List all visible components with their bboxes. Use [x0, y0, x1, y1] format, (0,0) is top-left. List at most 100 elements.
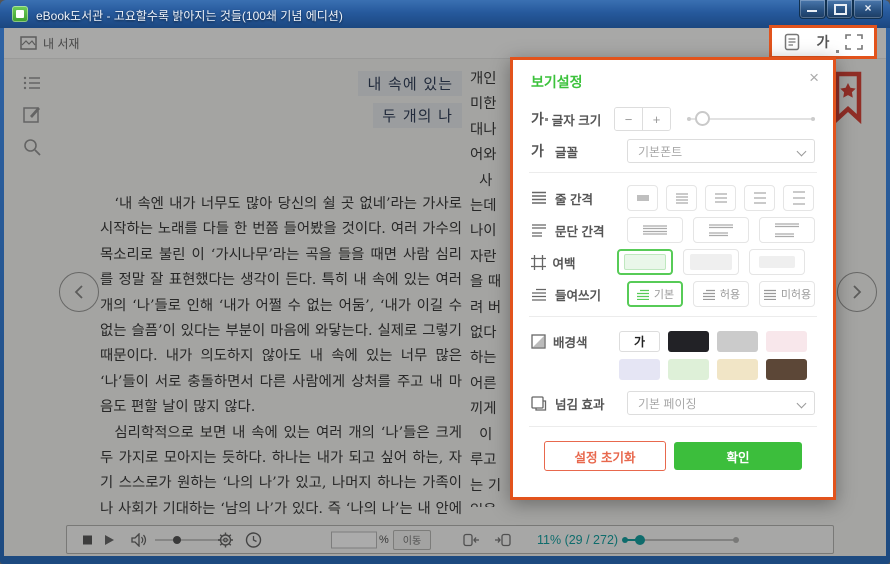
paragraph-spacing-row: 문단 간격 [531, 216, 815, 244]
indent-option-disallow[interactable]: 미허용 [759, 281, 815, 307]
my-library-label: 내 서재 [43, 35, 79, 52]
line-spacing-option-5[interactable] [783, 185, 814, 211]
panel-close-button[interactable]: × [809, 68, 819, 88]
font-size-slider[interactable] [687, 111, 815, 127]
chevron-down-icon [797, 399, 807, 409]
line-spacing-option-1[interactable] [627, 185, 658, 211]
bg-swatch-brown[interactable] [766, 359, 807, 380]
reset-settings-button[interactable]: 설정 초기화 [544, 441, 666, 471]
page-effect-dropdown-value: 기본 페이징 [638, 395, 697, 412]
tts-stop-button[interactable] [83, 535, 92, 544]
goto-button[interactable]: 이동 [393, 530, 431, 550]
margin-option-3[interactable] [749, 249, 805, 275]
confirm-button[interactable]: 확인 [674, 442, 802, 470]
margin-row: 여백 [531, 248, 815, 276]
volume-icon[interactable] [131, 533, 147, 547]
progress-end-dot [733, 537, 739, 543]
page-turn-effect-icon [531, 396, 555, 411]
font-size-row: 가 글자 크기 − + [531, 104, 815, 134]
chevron-down-icon [797, 147, 807, 157]
font-size-increase-button[interactable]: + [643, 108, 670, 130]
clock-icon[interactable] [245, 531, 262, 548]
bg-swatch-cream[interactable] [717, 359, 758, 380]
bg-swatch-green[interactable] [668, 359, 709, 380]
line-spacing-row: 줄 간격 [531, 184, 815, 212]
font-size-icon: 가 [531, 109, 552, 129]
page-effect-label: 넘김 효과 [555, 394, 627, 413]
right-page-clipped-text: 개인 미한 대나 어와 사 는데 나이 자란 을 때 려 버 없다 하는 어른 … [470, 67, 512, 507]
indent-option-default-selected[interactable]: 기본 [627, 281, 683, 307]
indent-icon [531, 288, 555, 301]
close-icon: × [854, 1, 882, 15]
background-color-label: 배경색 [553, 332, 619, 351]
background-color-row: 배경색 가 [531, 330, 815, 352]
indent-option-allow[interactable]: 허용 [693, 281, 749, 307]
search-icon[interactable] [22, 137, 42, 157]
margin-option-2[interactable] [683, 249, 739, 275]
page-percent-input[interactable] [331, 531, 377, 548]
divider [529, 426, 817, 427]
line-spacing-option-2[interactable] [666, 185, 697, 211]
font-size-slider-knob[interactable] [695, 111, 710, 126]
my-library-button[interactable]: 내 서재 [20, 34, 79, 52]
minimize-button[interactable] [799, 0, 826, 19]
page-effect-row: 넘김 효과 기본 페이징 [531, 390, 815, 416]
maximize-button[interactable] [826, 0, 853, 19]
paragraph: ‘내 속엔 내가 너무도 많아 당신의 쉴 곳 없네’라는 가사로 시작하는 노… [100, 192, 462, 421]
top-toolbar: 내 서재 [4, 28, 886, 59]
panel-title: 보기설정 [531, 72, 583, 92]
progress-text: 11% (29 / 272) [537, 533, 618, 547]
view-settings-button[interactable] [781, 31, 803, 53]
bg-swatch-black[interactable] [668, 331, 709, 352]
font-settings-icon: 가 [817, 32, 830, 52]
indent-row: 들여쓰기 기본 허용 미허용 [531, 280, 815, 308]
gear-icon[interactable] [217, 531, 234, 548]
go-to-start-icon[interactable] [463, 533, 481, 546]
font-settings-button[interactable]: 가 [812, 31, 834, 53]
margin-option-1-selected[interactable] [617, 249, 673, 275]
line-spacing-option-4[interactable] [744, 185, 775, 211]
minimize-icon [807, 10, 817, 12]
progress-knob[interactable] [635, 535, 645, 545]
tts-play-button[interactable] [105, 535, 114, 545]
bg-swatch-gray[interactable] [717, 331, 758, 352]
percent-sign: % [379, 534, 389, 546]
paragraph-spacing-option-2[interactable] [693, 217, 749, 243]
previous-page-button[interactable] [59, 272, 99, 312]
font-dropdown[interactable]: 기본폰트 [627, 139, 815, 163]
left-page: 내 속에 있는 두 개의 나 ‘내 속엔 내가 너무도 많아 당신의 쉴 곳 없… [100, 71, 462, 548]
background-color-row-2 [531, 358, 815, 380]
paragraph-spacing-option-3[interactable] [759, 217, 815, 243]
margin-label: 여백 [553, 253, 618, 272]
toolbar-highlight-annotation: 가 [769, 25, 877, 59]
margin-icon [531, 255, 553, 270]
font-size-stepper: − + [614, 107, 671, 131]
app-window: eBook도서관 - 고요할수록 밝아지는 것들(100쇄 기념 에디션) × … [0, 0, 890, 564]
close-button[interactable]: × [853, 0, 883, 19]
font-icon: 가 [531, 141, 555, 161]
fullscreen-button[interactable] [843, 31, 865, 53]
progress-start-dot [622, 537, 628, 543]
window-title: eBook도서관 - 고요할수록 밝아지는 것들(100쇄 기념 에디션) [36, 7, 343, 24]
next-page-button[interactable] [837, 272, 877, 312]
bg-swatch-lavender[interactable] [619, 359, 660, 380]
app-icon [12, 6, 28, 22]
divider [529, 172, 817, 173]
line-spacing-label: 줄 간격 [555, 189, 627, 208]
go-to-end-icon[interactable] [493, 533, 511, 546]
chapter-title: 두 개의 나 [100, 103, 462, 128]
font-size-decrease-button[interactable]: − [615, 108, 643, 130]
note-icon[interactable] [22, 105, 42, 125]
bg-swatch-white[interactable]: 가 [619, 331, 660, 352]
table-of-contents-icon[interactable] [22, 73, 42, 93]
bookmark-icon[interactable] [833, 71, 863, 125]
page-effect-dropdown[interactable]: 기본 페이징 [627, 391, 815, 415]
bg-swatch-pink[interactable] [766, 331, 807, 352]
fullscreen-icon [845, 34, 863, 50]
line-spacing-option-3[interactable] [705, 185, 736, 211]
volume-slider-knob[interactable] [173, 536, 181, 544]
chevron-left-icon [73, 284, 85, 300]
paragraph-spacing-option-1[interactable] [627, 217, 683, 243]
document-settings-icon [784, 33, 800, 51]
chevron-right-icon [851, 284, 863, 300]
